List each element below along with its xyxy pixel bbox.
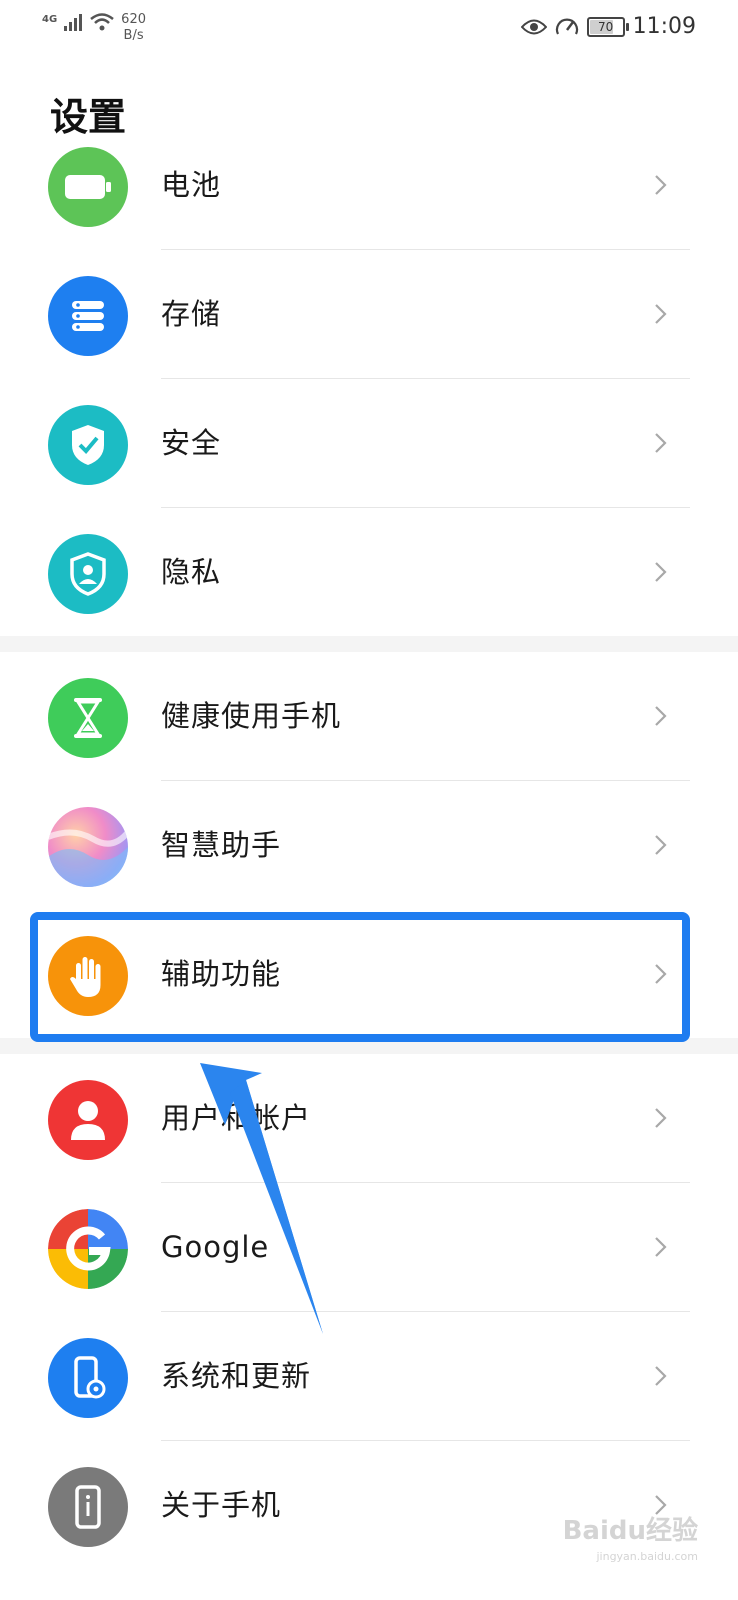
highlight-box xyxy=(30,912,690,1042)
speed-unit: B/s xyxy=(123,28,144,43)
settings-item-system-update[interactable]: 系统和更新 xyxy=(0,1312,738,1441)
item-label: 系统和更新 xyxy=(161,1359,312,1393)
status-bar-left: 4G 620 B/s xyxy=(42,12,146,44)
shield-check-icon xyxy=(48,405,128,485)
chevron-right-icon xyxy=(655,835,667,855)
settings-item-security[interactable]: 安全 xyxy=(0,379,738,508)
chevron-right-icon xyxy=(655,1366,667,1386)
settings-item-google[interactable]: Google xyxy=(0,1183,738,1312)
chevron-right-icon xyxy=(655,304,667,324)
settings-item-battery[interactable]: 电池 xyxy=(0,121,738,250)
google-icon xyxy=(48,1209,128,1289)
watermark: Baidu经验 jingyan.baidu.com xyxy=(563,1518,698,1570)
watermark-url: jingyan.baidu.com xyxy=(596,1550,698,1563)
eye-icon xyxy=(520,19,547,34)
chevron-right-icon xyxy=(655,433,667,453)
chevron-right-icon xyxy=(655,1495,667,1515)
chevron-right-icon xyxy=(655,175,667,195)
chevron-right-icon xyxy=(655,706,667,726)
item-label: 安全 xyxy=(161,426,222,460)
section-separator xyxy=(0,636,738,652)
network-type: 4G xyxy=(42,14,58,25)
privacy-shield-icon xyxy=(48,534,128,614)
item-label: Google xyxy=(161,1230,270,1264)
chevron-right-icon xyxy=(655,562,667,582)
battery-indicator: 70 xyxy=(586,16,629,37)
wifi-icon xyxy=(90,13,114,31)
item-label: 存储 xyxy=(161,297,222,331)
chevron-right-icon xyxy=(655,1237,667,1257)
item-label: 健康使用手机 xyxy=(161,699,342,733)
item-label: 用户和帐户 xyxy=(161,1101,312,1135)
clock: 11:09 xyxy=(632,14,696,39)
watermark-brand: Baidu经验 xyxy=(562,1516,698,1546)
settings-item-smart-assistant[interactable]: 智慧助手 xyxy=(0,781,738,910)
item-label: 智慧助手 xyxy=(161,828,282,862)
settings-item-storage[interactable]: 存储 xyxy=(0,250,738,379)
item-label: 关于手机 xyxy=(161,1488,282,1522)
settings-item-privacy[interactable]: 隐私 xyxy=(0,508,738,637)
assistant-icon xyxy=(48,807,128,887)
settings-item-digital-balance[interactable]: 健康使用手机 xyxy=(0,652,738,781)
speed-value: 620 xyxy=(121,12,146,27)
user-icon xyxy=(48,1080,128,1160)
item-label: 电池 xyxy=(161,168,222,202)
status-bar-right: 70 11:09 xyxy=(520,14,696,39)
chevron-right-icon xyxy=(655,1108,667,1128)
settings-item-users-accounts[interactable]: 用户和帐户 xyxy=(0,1054,738,1183)
battery-icon xyxy=(48,147,128,227)
signal-icon xyxy=(64,14,83,31)
status-bar: 4G 620 B/s 70 11:09 xyxy=(0,0,738,56)
hourglass-icon xyxy=(48,678,128,758)
network-speed: 620 B/s xyxy=(121,12,146,44)
phone-info-icon xyxy=(48,1467,128,1547)
battery-level: 70 xyxy=(597,19,614,34)
item-label: 隐私 xyxy=(161,555,222,589)
storage-icon xyxy=(48,276,128,356)
phone-gear-icon xyxy=(48,1338,128,1418)
speedometer-icon xyxy=(555,18,578,34)
